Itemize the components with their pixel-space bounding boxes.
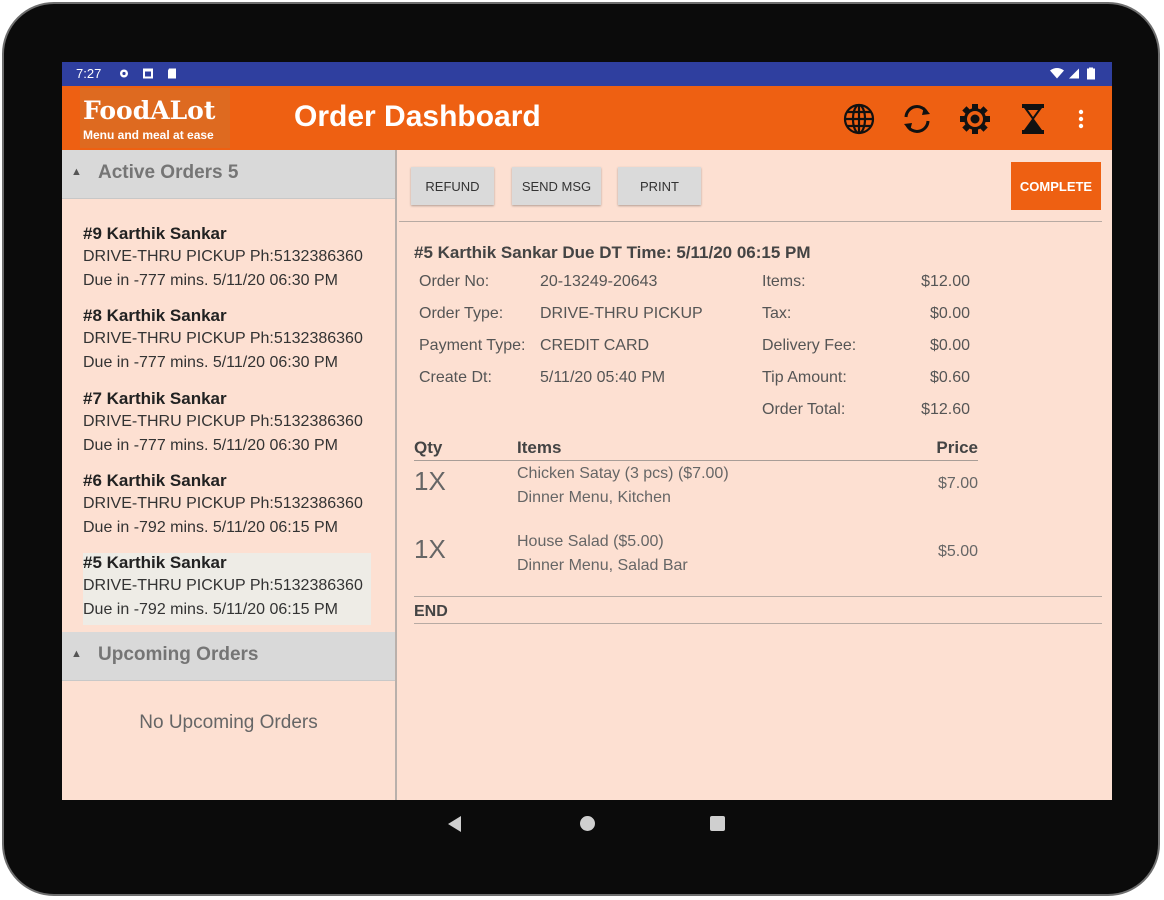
price-column-header: Price: [936, 438, 978, 457]
delivery-fee-label: Delivery Fee:: [762, 337, 857, 354]
tablet-frame: 7:27 FoodALot Menu and meal at ease Orde…: [2, 2, 1160, 896]
tip-amount-label: Tip Amount:: [762, 369, 847, 386]
order-name: #8 Karthik Sankar: [83, 306, 227, 325]
image-icon: [143, 68, 153, 79]
order-name: #9 Karthik Sankar: [83, 224, 227, 243]
active-orders-title: Active Orders 5: [98, 162, 239, 183]
send-msg-button[interactable]: SEND MSG: [512, 167, 601, 205]
order-due: Due in -777 mins. 5/11/20 06:30 PM: [83, 272, 338, 289]
item-name: Chicken Satay (3 pcs) ($7.00): [517, 465, 729, 482]
items-header-divider: [414, 460, 978, 461]
order-no-label: Order No:: [419, 273, 490, 290]
order-list-item-selected[interactable]: #5 Karthik Sankar DRIVE-THRU PICKUP Ph:5…: [83, 553, 371, 625]
item-qty: 1X: [414, 466, 446, 496]
payment-type-value: CREDIT CARD: [540, 337, 650, 354]
no-upcoming-orders-text: No Upcoming Orders: [139, 712, 318, 733]
pane-divider: [395, 150, 397, 800]
create-dt-label: Create Dt:: [419, 369, 492, 386]
qty-column-header: Qty: [414, 438, 443, 457]
signal-icon: [1069, 68, 1079, 79]
order-due: Due in -792 mins. 5/11/20 06:15 PM: [83, 601, 338, 618]
items-end-divider: [414, 596, 1102, 597]
complete-button[interactable]: COMPLETE: [1011, 162, 1101, 210]
items-total-label: Items:: [762, 273, 806, 290]
order-type-phone: DRIVE-THRU PICKUP Ph:5132386360: [83, 330, 363, 347]
order-total-label: Order Total:: [762, 401, 846, 418]
end-label: END: [414, 603, 448, 620]
recents-icon[interactable]: [710, 816, 725, 831]
tip-amount-value: $0.60: [929, 369, 970, 386]
active-orders-header[interactable]: ▲ Active Orders 5: [62, 150, 395, 199]
sd-card-icon: [168, 68, 176, 79]
order-list-item[interactable]: #9 Karthik Sankar DRIVE-THRU PICKUP Ph:5…: [83, 224, 371, 296]
page-title: Order Dashboard: [294, 100, 541, 133]
order-list-item[interactable]: #7 Karthik Sankar DRIVE-THRU PICKUP Ph:5…: [83, 389, 371, 461]
order-list-item[interactable]: #6 Karthik Sankar DRIVE-THRU PICKUP Ph:5…: [83, 471, 371, 543]
gear-icon: [120, 69, 128, 78]
order-type-phone: DRIVE-THRU PICKUP Ph:5132386360: [83, 577, 363, 594]
upcoming-orders-header[interactable]: ▲ Upcoming Orders: [62, 632, 395, 681]
order-list-item[interactable]: #8 Karthik Sankar DRIVE-THRU PICKUP Ph:5…: [83, 306, 371, 378]
item-modifier: Dinner Menu, Kitchen: [517, 489, 671, 506]
order-name: #5 Karthik Sankar: [83, 553, 227, 572]
order-type-phone: DRIVE-THRU PICKUP Ph:5132386360: [83, 495, 363, 512]
toolbar-divider: [399, 221, 1102, 222]
tax-label: Tax:: [762, 305, 792, 322]
delivery-fee-value: $0.00: [929, 337, 970, 354]
item-name: House Salad ($5.00): [517, 533, 664, 550]
order-type-label: Order Type:: [419, 305, 504, 322]
items-column-header: Items: [517, 438, 562, 457]
item-price: $5.00: [937, 543, 978, 560]
order-name: #7 Karthik Sankar: [83, 389, 227, 408]
upcoming-orders-title: Upcoming Orders: [98, 644, 259, 665]
order-no-value: 20-13249-20643: [540, 273, 658, 290]
order-type-phone: DRIVE-THRU PICKUP Ph:5132386360: [83, 248, 363, 265]
order-type-value: DRIVE-THRU PICKUP: [540, 305, 703, 322]
refresh-icon[interactable]: [900, 102, 934, 136]
order-total-value: $12.60: [921, 401, 970, 418]
logo[interactable]: FoodALot Menu and meal at ease: [80, 88, 230, 148]
wifi-icon: [1050, 68, 1064, 79]
system-nav-bar: [62, 800, 1112, 846]
status-time: 7:27: [76, 66, 102, 81]
globe-icon[interactable]: [842, 102, 876, 136]
logo-tagline: Menu and meal at ease: [83, 128, 214, 142]
back-icon[interactable]: [448, 816, 461, 832]
settings-icon[interactable]: [958, 102, 992, 136]
order-type-phone: DRIVE-THRU PICKUP Ph:5132386360: [83, 413, 363, 430]
hourglass-icon[interactable]: [1016, 102, 1050, 136]
home-icon[interactable]: [580, 816, 595, 831]
print-button[interactable]: PRINT: [618, 167, 701, 205]
refund-button[interactable]: REFUND: [411, 167, 494, 205]
items-total-value: $12.00: [921, 273, 970, 290]
collapse-caret-icon: ▲: [71, 166, 82, 178]
status-bar: 7:27: [62, 62, 1112, 86]
orders-sidebar: ▲ Active Orders 5 #9 Karthik Sankar DRIV…: [62, 150, 395, 800]
payment-type-label: Payment Type:: [419, 337, 526, 354]
end-divider: [414, 623, 1102, 624]
app-bar: FoodALot Menu and meal at ease Order Das…: [62, 86, 1112, 150]
order-due: Due in -777 mins. 5/11/20 06:30 PM: [83, 354, 338, 371]
overflow-menu-icon[interactable]: [1068, 102, 1094, 136]
item-price: $7.00: [937, 475, 978, 492]
collapse-caret-icon: ▲: [71, 648, 82, 660]
order-name: #6 Karthik Sankar: [83, 471, 227, 490]
battery-icon: [1087, 67, 1095, 80]
order-due: Due in -777 mins. 5/11/20 06:30 PM: [83, 437, 338, 454]
screen: 7:27 FoodALot Menu and meal at ease Orde…: [62, 62, 1112, 800]
item-modifier: Dinner Menu, Salad Bar: [517, 557, 688, 574]
order-due: Due in -792 mins. 5/11/20 06:15 PM: [83, 519, 338, 536]
tax-value: $0.00: [929, 305, 970, 322]
create-dt-value: 5/11/20 05:40 PM: [540, 369, 666, 386]
logo-brand: FoodALot: [83, 96, 216, 125]
order-heading: #5 Karthik Sankar Due DT Time: 5/11/20 0…: [414, 243, 811, 262]
item-qty: 1X: [414, 534, 446, 564]
